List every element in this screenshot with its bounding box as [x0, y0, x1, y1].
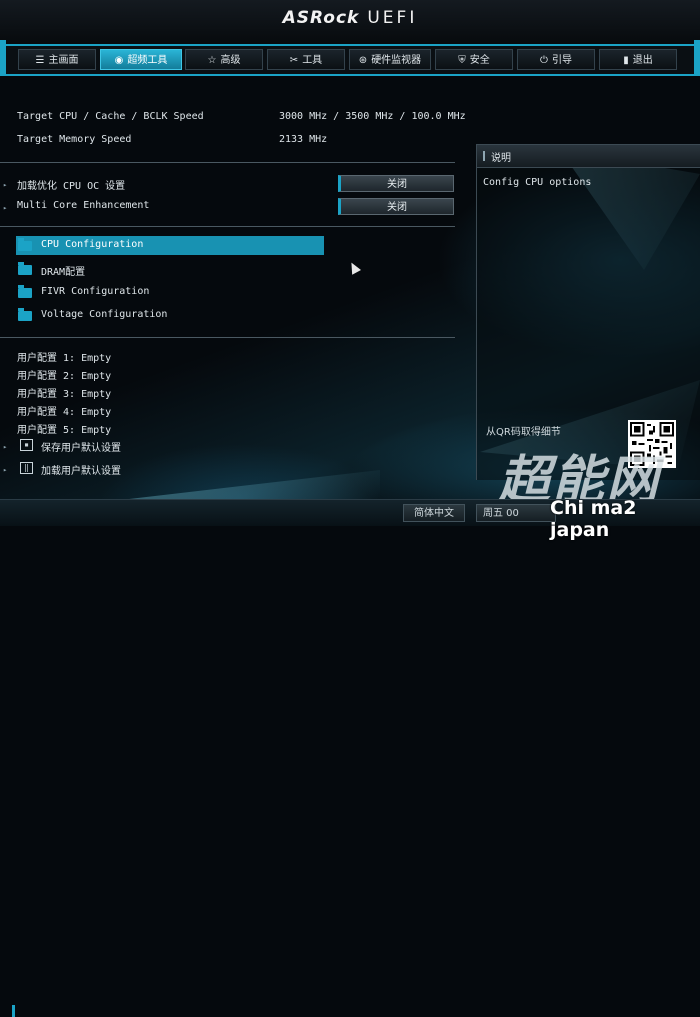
floppy-icon: ▪	[20, 439, 33, 451]
item-arrow-icon: ▸	[3, 204, 8, 212]
tools-icon: ✂	[289, 55, 299, 66]
submenu-fivr-configuration[interactable]: FIVR Configuration	[41, 286, 149, 297]
help-marker-icon	[483, 151, 485, 161]
memory-speed-label: Target Memory Speed	[17, 134, 132, 145]
help-title: 说明	[491, 153, 511, 164]
user-profile-1[interactable]: 用户配置 1: Empty	[17, 349, 111, 364]
exit-door-icon: ▮	[623, 55, 629, 66]
tab-security[interactable]: ⛨ 安全	[435, 49, 513, 70]
watermark-text: Chi ma2 japan	[550, 497, 637, 541]
qr-code-label: 从QR码取得细节	[486, 427, 561, 438]
submenu-voltage-configuration[interactable]: Voltage Configuration	[41, 309, 167, 320]
star-icon: ☆	[207, 55, 217, 66]
memory-speed-value: 2133 MHz	[279, 134, 328, 145]
folder-icon	[18, 285, 32, 298]
tab-oc-tweaker[interactable]: ◉ 超频工具	[100, 49, 182, 70]
tab-advanced[interactable]: ☆ 高级	[185, 49, 263, 70]
tab-label: 引导	[551, 55, 572, 66]
tab-label: 高级	[220, 55, 241, 66]
user-profile-5[interactable]: 用户配置 5: Empty	[17, 421, 111, 436]
datetime-display: 周五 00	[476, 504, 556, 522]
divider	[0, 162, 455, 163]
help-panel-header: 说明	[477, 145, 700, 168]
shield-icon: ⛨	[458, 55, 466, 66]
item-arrow-icon: ▸	[3, 466, 8, 474]
folder-icon	[18, 308, 32, 321]
folder-icon	[18, 262, 32, 275]
tab-label: 硬件监视器	[371, 55, 422, 66]
setting-label-mce[interactable]: Multi Core Enhancement	[17, 200, 149, 211]
cpu-speed-value: 3000 MHz / 3500 MHz / 100.0 MHz	[279, 111, 466, 122]
header: ASRock UEFI	[0, 0, 700, 45]
help-panel: 说明 Config CPU options 从QR码取得细节	[476, 144, 700, 480]
tab-hw-monitor[interactable]: ⊛ 硬件监视器	[349, 49, 431, 70]
power-icon: ⏻	[540, 55, 548, 66]
language-button[interactable]: 简体中文	[403, 504, 465, 522]
item-arrow-icon: ▸	[3, 181, 8, 189]
tab-label: 安全	[469, 55, 490, 66]
tab-label: 退出	[632, 55, 653, 66]
main-menu-icon: ☰	[35, 55, 45, 66]
submenu-cpu-configuration[interactable]: CPU Configuration	[41, 239, 143, 250]
tab-label: 超频工具	[127, 55, 168, 66]
user-profile-2[interactable]: 用户配置 2: Empty	[17, 367, 111, 382]
background-shard	[120, 470, 380, 500]
tab-tool[interactable]: ✂ 工具	[267, 49, 345, 70]
load-user-defaults[interactable]: 加载用户默认设置	[41, 462, 121, 477]
folder-icon	[18, 238, 32, 251]
divider	[0, 226, 455, 227]
save-user-defaults[interactable]: 保存用户默认设置	[41, 439, 121, 454]
mouse-cursor-icon	[347, 260, 361, 275]
user-profile-4[interactable]: 用户配置 4: Empty	[17, 403, 111, 418]
user-profile-3[interactable]: 用户配置 3: Empty	[17, 385, 111, 400]
tab-exit[interactable]: ▮ 退出	[599, 49, 677, 70]
book-icon: ‖	[20, 462, 33, 474]
footer-marker	[12, 1005, 15, 1017]
cpu-speed-label: Target CPU / Cache / BCLK Speed	[17, 111, 204, 122]
submenu-dram-configuration[interactable]: DRAM配置	[41, 263, 85, 278]
tab-bar-edge-left	[0, 40, 6, 74]
help-description: Config CPU options	[483, 177, 592, 188]
oc-tweaker-icon: ◉	[114, 55, 124, 66]
tab-label: 工具	[302, 55, 323, 66]
tab-boot[interactable]: ⏻ 引导	[517, 49, 595, 70]
tab-bar-edge-right	[694, 40, 700, 74]
tab-main[interactable]: ☰ 主画面	[18, 49, 96, 70]
monitor-icon: ⊛	[358, 55, 368, 66]
load-oc-value-button[interactable]: 关闭	[338, 175, 454, 192]
brand-name: ASRock	[282, 8, 360, 28]
item-arrow-icon: ▸	[3, 443, 8, 451]
main-tab-bar: ☰ 主画面 ◉ 超频工具 ☆ 高级 ✂ 工具 ⊛ 硬件监视器 ⛨ 安全 ⏻ 引导 ▮ 退出	[0, 44, 700, 76]
brand-logo: ASRock UEFI	[0, 8, 700, 28]
tab-label: 主画面	[48, 55, 79, 66]
setting-label-load-oc[interactable]: 加载优化 CPU OC 设置	[17, 177, 125, 192]
product-name: UEFI	[367, 8, 418, 28]
mce-value-button[interactable]: 关闭	[338, 198, 454, 215]
divider	[0, 337, 455, 338]
